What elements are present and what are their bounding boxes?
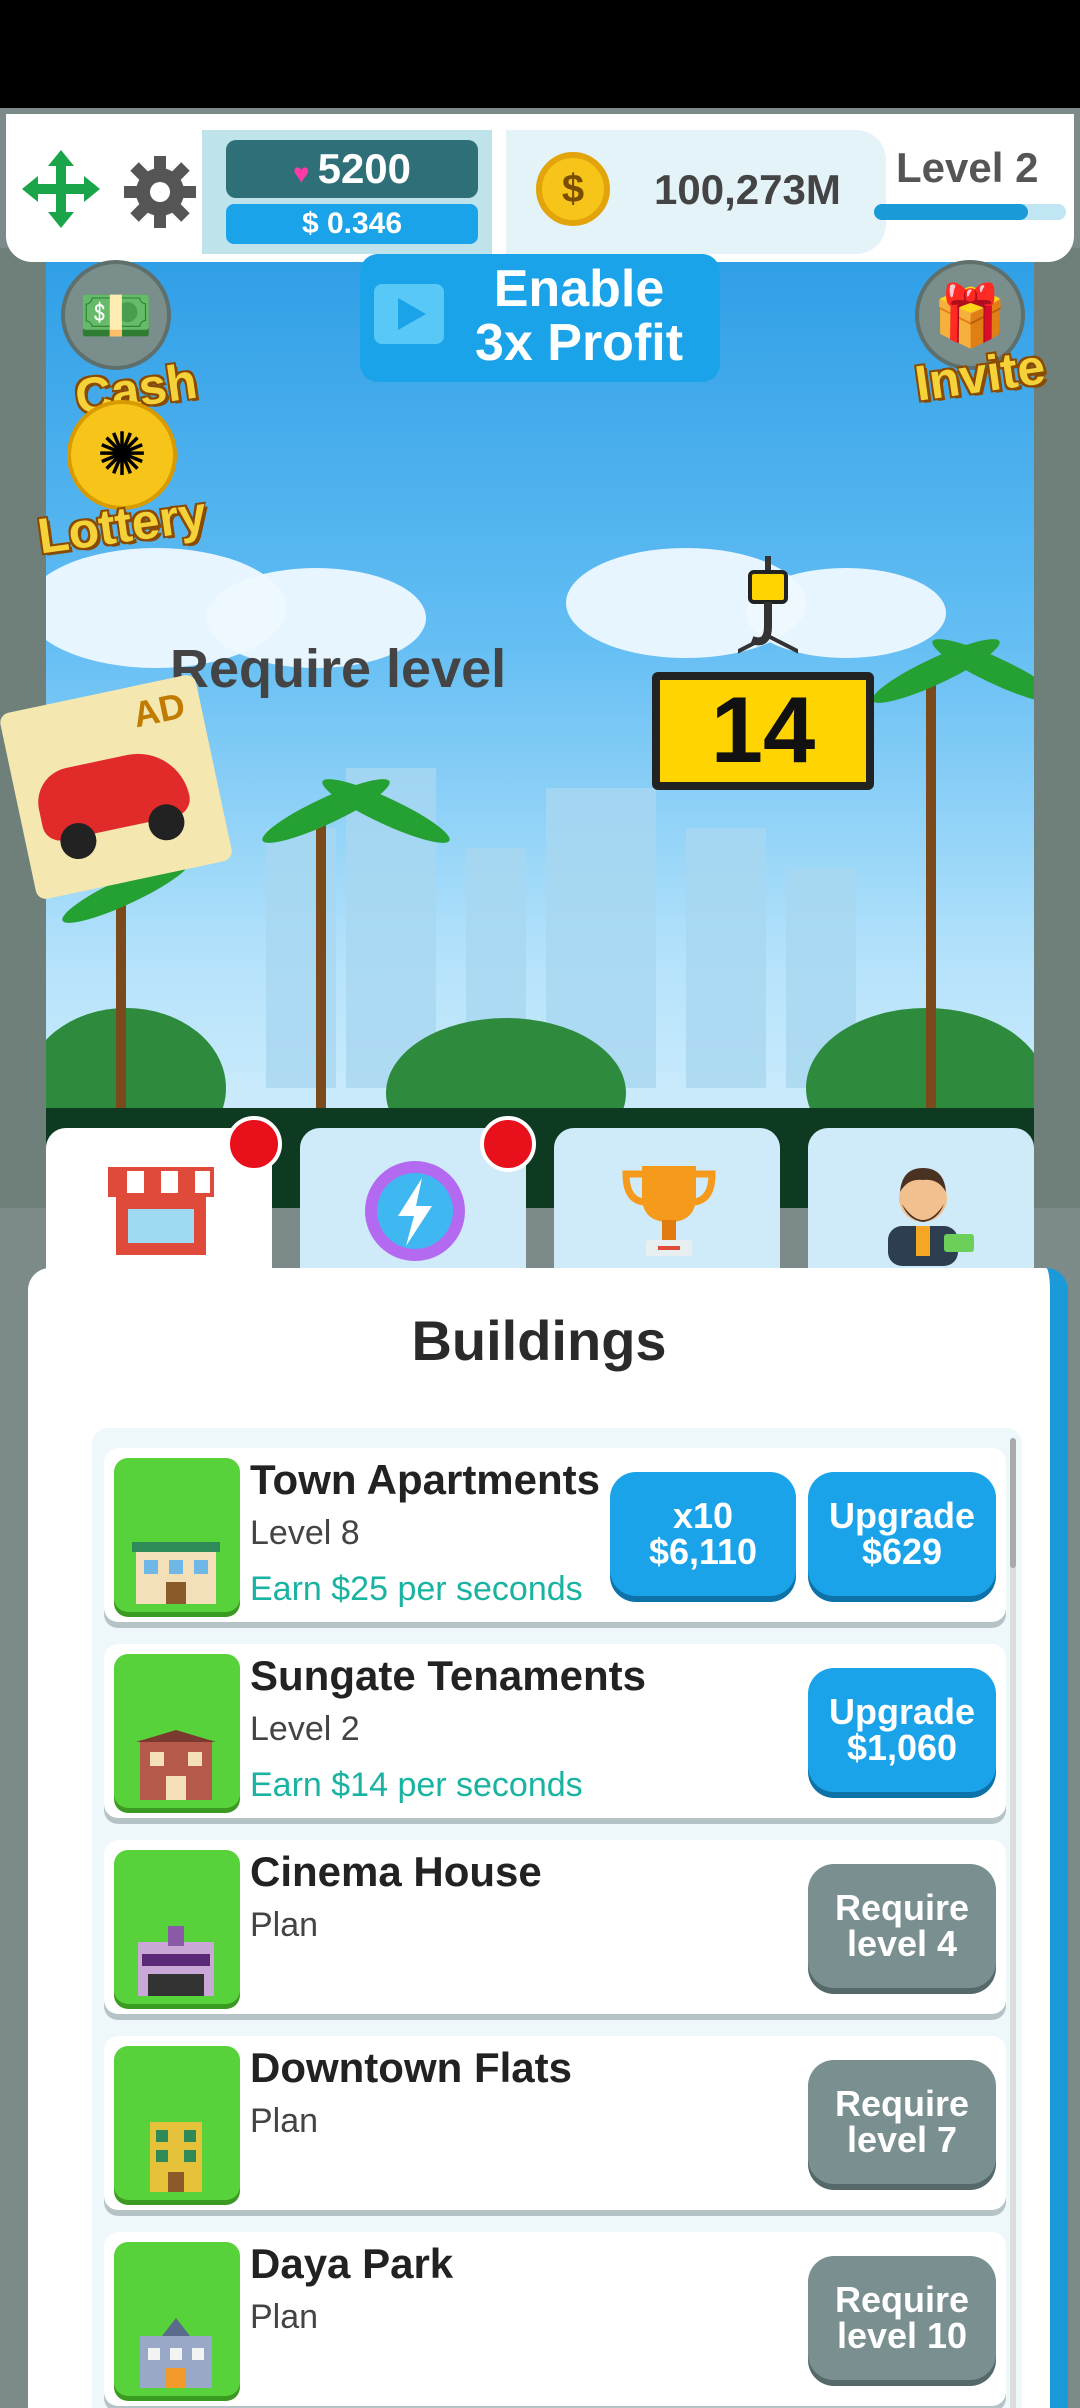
scrollbar-thumb[interactable] — [1010, 1438, 1016, 1568]
building-thumbnail — [114, 2046, 240, 2200]
tab-trophy[interactable] — [554, 1128, 780, 1288]
gem-counter: ♥ 5200 — [226, 140, 478, 198]
building-row-downtown-flats: Downtown Flats Plan Require level 7 — [104, 2036, 1006, 2210]
gem-panel: ♥ 5200 $ 0.346 — [202, 130, 492, 254]
require-label: Require — [834, 2279, 970, 2320]
shop-notification-dot — [226, 1116, 282, 1172]
gem-icon: ♥ — [292, 158, 310, 189]
building-level: Level 2 — [250, 1710, 360, 1748]
building-row-sungate-tenaments: Sungate Tenaments Level 2 Earn $14 per s… — [104, 1644, 1006, 1818]
trophy-icon — [614, 1156, 724, 1266]
require-level-button[interactable]: Require level 4 — [808, 1864, 996, 1988]
gem-value: 5200 — [317, 145, 412, 192]
require-level-value: level 10 — [836, 2315, 968, 2356]
buildings-list[interactable]: Town Apartments Level 8 Earn $25 per sec… — [92, 1428, 1022, 2408]
video-icon — [374, 284, 444, 344]
manager-icon — [868, 1156, 978, 1266]
apartment-building-icon — [132, 1542, 220, 1604]
top-bar: ♥ 5200 $ 0.346 $ 100,273M Level 2 — [6, 114, 1074, 262]
buildings-panel: Buildings Town Apartments Level 8 Earn $… — [28, 1268, 1068, 2408]
building-thumbnail — [114, 1654, 240, 1808]
building-name: Town Apartments — [250, 1456, 601, 1503]
game-screen: ♥ 5200 $ 0.346 $ 100,273M Level 2 💵 Cash … — [0, 108, 1080, 2408]
building-row-daya-park: Daya Park Plan Require level 10 — [104, 2232, 1006, 2406]
upgrade-button[interactable]: Upgrade $1,060 — [808, 1668, 996, 1792]
building-name: Daya Park — [250, 2240, 454, 2287]
upgrade-button[interactable]: Upgrade $629 — [808, 1472, 996, 1596]
gear-icon[interactable] — [122, 154, 198, 230]
x10-label: x10 — [672, 1495, 734, 1536]
building-thumbnail — [114, 2242, 240, 2396]
boost-notification-dot — [480, 1116, 536, 1172]
flats-building-icon — [150, 2122, 202, 2192]
enable-line1: Enable — [493, 260, 665, 318]
park-building-icon — [140, 2318, 212, 2388]
building-thumbnail — [114, 1458, 240, 1612]
shop-icon — [106, 1156, 216, 1266]
tenament-building-icon — [136, 1730, 216, 1800]
upgrade-price: $1,060 — [846, 1727, 958, 1768]
coin-value: 100,273M — [654, 166, 841, 213]
level-progress-bar — [874, 204, 1066, 220]
require-level-value: level 4 — [846, 1923, 958, 1964]
lightning-icon — [360, 1156, 470, 1266]
building-row-town-apartments: Town Apartments Level 8 Earn $25 per sec… — [104, 1448, 1006, 1622]
tab-manager[interactable] — [808, 1128, 1034, 1288]
upgrade-label: Upgrade — [828, 1691, 976, 1732]
cash-icon: 💵 — [61, 260, 171, 370]
require-label: Require — [834, 1887, 970, 1928]
cash-button[interactable]: 💵 Cash — [56, 260, 200, 425]
coin-icon: $ — [536, 152, 610, 226]
lottery-button[interactable]: ✺ Lottery — [34, 400, 210, 565]
building-name: Sungate Tenaments — [250, 1652, 646, 1699]
building-thumbnail — [114, 1850, 240, 2004]
enable-3x-profit-button[interactable]: Enable 3x Profit — [360, 254, 720, 382]
building-name: Cinema House — [250, 1848, 542, 1895]
building-level: Level 8 — [250, 1514, 360, 1552]
cinema-building-icon — [138, 1926, 214, 1996]
crane-hook-icon — [697, 556, 839, 674]
upgrade-price: $629 — [861, 1531, 943, 1572]
x10-price: $6,110 — [648, 1531, 758, 1572]
coin-panel: $ 100,273M — [506, 130, 886, 254]
ad-label: AD — [129, 684, 189, 736]
scrollbar[interactable] — [1010, 1438, 1016, 2408]
building-earn: Earn $14 per seconds — [250, 1766, 583, 1804]
upgrade-x10-button[interactable]: x10 $6,110 — [610, 1472, 796, 1596]
require-level-button[interactable]: Require level 7 — [808, 2060, 996, 2184]
level-progress-fill — [874, 204, 1028, 220]
tab-bar — [0, 1116, 1080, 1288]
level-label: Level 2 — [896, 144, 1039, 191]
building-level: Plan — [250, 2298, 319, 2336]
building-level: Plan — [250, 2102, 319, 2140]
enable-line2: 3x Profit — [474, 314, 684, 372]
building-name: Downtown Flats — [250, 2044, 572, 2091]
require-level-button[interactable]: Require level 10 — [808, 2256, 996, 2380]
usd-balance[interactable]: $ 0.346 — [226, 204, 478, 244]
building-row-cinema-house: Cinema House Plan Require level 4 — [104, 1840, 1006, 2014]
upgrade-label: Upgrade — [828, 1495, 976, 1536]
require-level-text: Require level — [170, 639, 507, 699]
required-level-sign: 14 — [652, 672, 874, 790]
enable-text: Enable 3x Profit — [454, 262, 704, 370]
move-arrows-icon[interactable] — [20, 148, 102, 230]
invite-button[interactable]: 🎁 Invite — [910, 260, 1049, 412]
building-earn: Earn $25 per seconds — [250, 1570, 583, 1608]
require-label: Require — [834, 2083, 970, 2124]
require-level-value: level 7 — [846, 2119, 958, 2160]
building-level: Plan — [250, 1906, 319, 1944]
panel-title: Buildings — [411, 1309, 667, 1372]
